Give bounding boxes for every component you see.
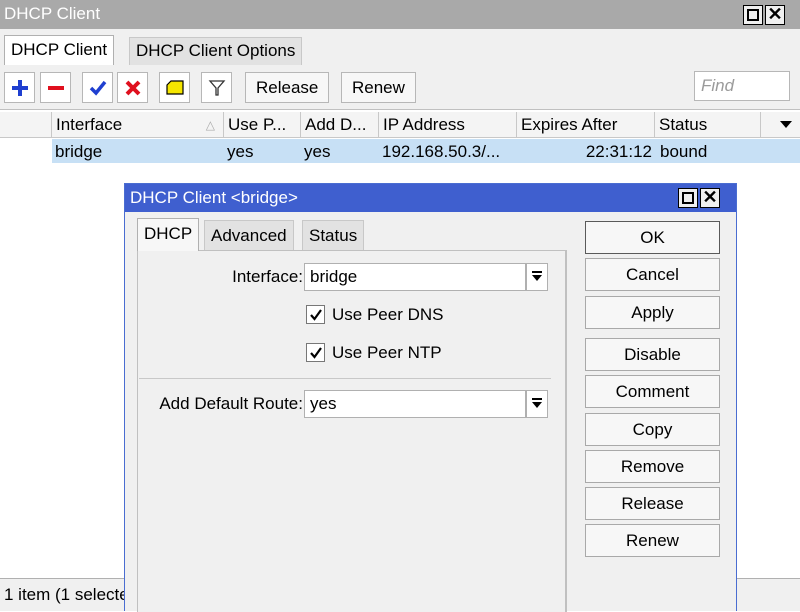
dialog-tab-status[interactable]: Status <box>302 220 365 251</box>
table-header: Interface △ Use P... Add D... IP Address… <box>0 112 800 138</box>
chevron-down-icon <box>779 121 792 128</box>
table-row[interactable]: bridge yes yes 192.168.50.3/... 22:31:12… <box>0 139 800 163</box>
comment-button-dialog[interactable]: Comment <box>585 375 720 408</box>
add-default-route-label: Add Default Route: <box>159 394 303 413</box>
column-chooser-dropdown[interactable] <box>760 112 800 138</box>
find-input[interactable]: Find <box>694 71 790 101</box>
enable-button[interactable] <box>82 72 113 103</box>
checkmark-icon <box>89 80 106 96</box>
comment-button[interactable] <box>159 72 190 103</box>
cell-status: bound <box>660 142 708 161</box>
filter-button[interactable] <box>201 72 232 103</box>
release-button[interactable]: Release <box>245 72 330 103</box>
comment-icon <box>165 79 184 95</box>
cancel-button[interactable]: Cancel <box>585 258 720 291</box>
cell-add-default: yes <box>304 142 331 161</box>
interface-label: Interface: <box>232 267 303 286</box>
copy-button[interactable]: Copy <box>585 413 720 446</box>
use-peer-dns-checkbox[interactable] <box>306 305 325 324</box>
minus-icon <box>47 85 64 90</box>
close-icon[interactable]: ✕ <box>765 5 785 25</box>
add-default-route-field[interactable]: yes <box>304 390 526 418</box>
dialog-tab-advanced[interactable]: Advanced <box>204 220 294 251</box>
use-peer-ntp-label: Use Peer NTP <box>332 343 442 362</box>
interface-dropdown[interactable] <box>526 263 548 291</box>
main-tab-bar: DHCP Client DHCP Client Options <box>0 29 800 65</box>
check-icon <box>309 346 322 359</box>
ok-button[interactable]: OK <box>585 221 720 254</box>
dialog-divider <box>566 250 567 612</box>
apply-button[interactable]: Apply <box>585 296 720 329</box>
use-peer-dns-label: Use Peer DNS <box>332 305 444 324</box>
column-ip-address[interactable]: IP Address <box>378 112 516 138</box>
tab-dhcp-client[interactable]: DHCP Client <box>4 35 115 65</box>
x-icon <box>125 80 140 95</box>
release-button-dialog[interactable]: Release <box>585 487 720 520</box>
add-default-route-dropdown[interactable] <box>526 390 548 418</box>
remove-button[interactable] <box>40 72 71 103</box>
dropdown-arrow-icon <box>532 271 542 281</box>
remove-button-dialog[interactable]: Remove <box>585 450 720 483</box>
dialog-title: DHCP Client <bridge> <box>130 188 298 207</box>
use-peer-ntp-checkbox[interactable] <box>306 343 325 362</box>
main-title-bar[interactable]: DHCP Client ✕ <box>0 0 800 29</box>
check-icon <box>309 308 322 321</box>
cell-use-peer: yes <box>227 142 254 161</box>
column-interface[interactable]: Interface △ <box>51 112 223 138</box>
dialog-tab-dhcp[interactable]: DHCP <box>137 218 200 251</box>
cell-expires-after: 22:31:12 <box>585 142 652 161</box>
column-status[interactable]: Status <box>654 112 760 138</box>
filter-icon <box>208 79 225 96</box>
column-use-peer[interactable]: Use P... <box>223 112 300 138</box>
main-window-title: DHCP Client <box>4 4 101 23</box>
status-bar: 1 item (1 selected) <box>0 578 130 611</box>
cell-ip-address: 192.168.50.3/... <box>382 142 501 161</box>
column-expires-after[interactable]: Expires After <box>516 112 654 138</box>
row-gutter <box>0 139 52 163</box>
renew-button-dialog[interactable]: Renew <box>585 524 720 557</box>
renew-button[interactable]: Renew <box>341 72 416 103</box>
dropdown-arrow-icon <box>532 398 542 408</box>
plus-icon <box>11 79 28 96</box>
cell-interface: bridge <box>55 142 103 161</box>
add-button[interactable] <box>4 72 35 103</box>
toolbar: Release Renew Find <box>0 65 800 110</box>
form-separator <box>139 378 551 379</box>
sort-icon: △ <box>205 118 215 132</box>
status-bar-right <box>734 578 800 611</box>
disable-button[interactable] <box>117 72 148 103</box>
column-interface-label: Interface <box>56 115 123 134</box>
column-add-default[interactable]: Add D... <box>300 112 378 138</box>
dialog-title-bar[interactable]: DHCP Client <bridge> ✕ <box>125 184 736 212</box>
tab-dhcp-client-options[interactable]: DHCP Client Options <box>129 37 303 65</box>
disable-button-dialog[interactable]: Disable <box>585 338 720 371</box>
dialog-close-icon[interactable]: ✕ <box>700 188 720 208</box>
interface-field[interactable]: bridge <box>304 263 526 291</box>
maximize-icon[interactable] <box>743 5 763 25</box>
dialog-maximize-icon[interactable] <box>678 188 698 208</box>
